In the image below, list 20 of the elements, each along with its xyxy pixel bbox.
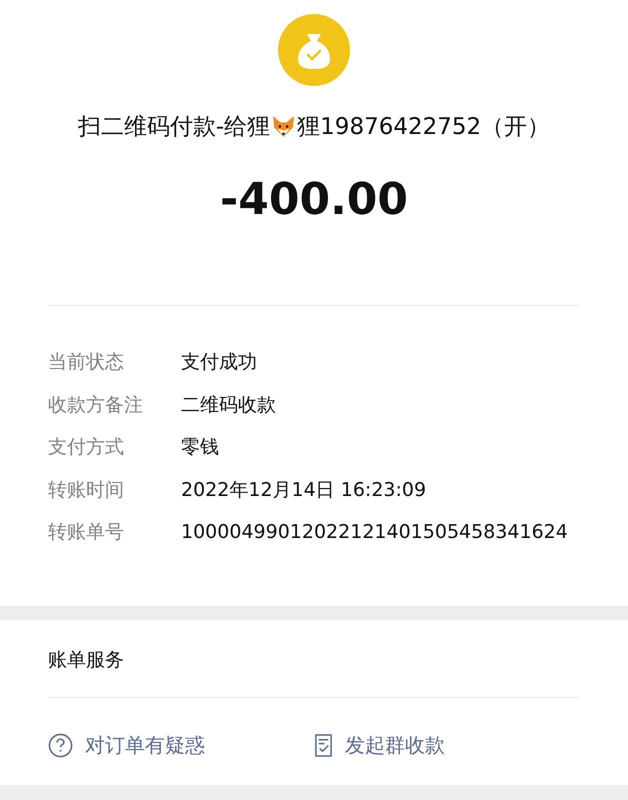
money-bag-icon xyxy=(278,14,350,86)
detail-value: 2022年12月14日 16:23:09 xyxy=(181,478,426,502)
detail-value: 零钱 xyxy=(181,435,219,460)
detail-value: 10000499012022121401505458341624 xyxy=(181,520,568,545)
service-link[interactable]: 发起群收款 xyxy=(314,732,580,759)
service-link[interactable]: 对订单有疑惑 xyxy=(48,732,314,759)
payee-title: 扫二维码付款-给狸 xyxy=(78,112,270,142)
detail-label: 支付方式 xyxy=(48,435,125,460)
fox-icon xyxy=(271,114,296,138)
detail-label: 转账时间 xyxy=(48,478,125,502)
payee-title: 狸19876422752（开） xyxy=(297,112,550,142)
section-title: 账单服务 xyxy=(48,648,125,673)
detail-label: 收款方备注 xyxy=(48,392,144,418)
question-icon xyxy=(48,733,73,758)
detail-label: 当前状态 xyxy=(48,350,125,375)
document-check-icon xyxy=(314,733,333,758)
detail-value: 二维码收款 xyxy=(181,392,276,418)
detail-value: 支付成功 xyxy=(181,350,257,375)
amount: -400.00 xyxy=(220,174,408,227)
detail-label: 转账单号 xyxy=(48,520,125,545)
